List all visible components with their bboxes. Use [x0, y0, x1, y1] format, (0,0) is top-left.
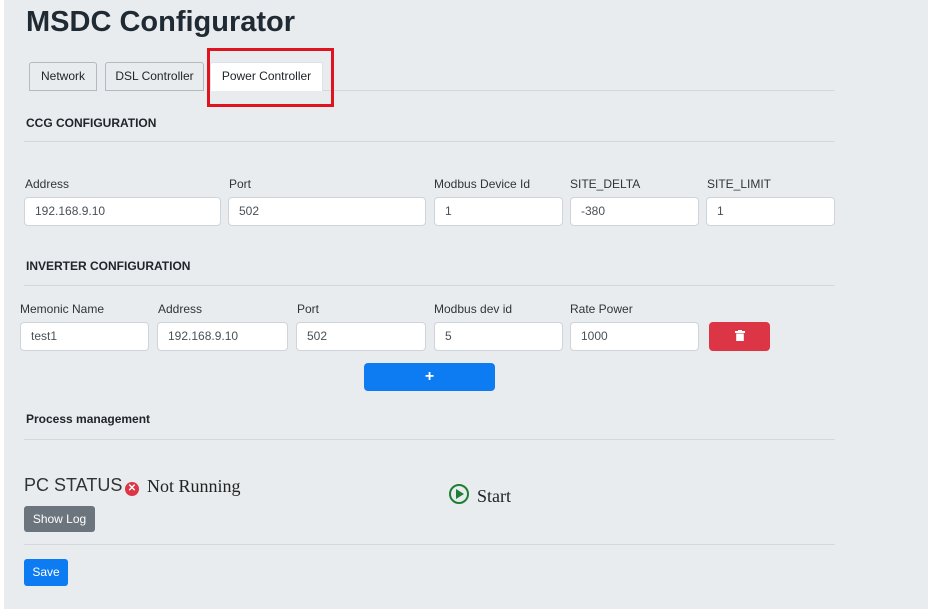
inverter-rate-power-label: Rate Power: [570, 302, 633, 316]
ccg-port-input[interactable]: 502: [228, 197, 426, 226]
inverter-port-label: Port: [297, 302, 320, 316]
ccg-site-limit-label: SITE_LIMIT: [707, 177, 772, 191]
status-indicator: ✕ Not Running: [125, 476, 241, 497]
save-button[interactable]: Save: [24, 559, 68, 586]
play-circle-icon: [449, 484, 469, 504]
ccg-port-label: Port: [229, 177, 252, 191]
inverter-address-input[interactable]: 192.168.9.10: [157, 322, 288, 351]
inverter-modbus-dev-id-input[interactable]: 5: [434, 322, 563, 351]
pc-status-label: PC STATUS: [24, 475, 123, 495]
tab-divider: [322, 90, 835, 91]
start-label: Start: [477, 486, 511, 506]
divider: [24, 439, 835, 440]
trash-icon: [734, 330, 745, 341]
show-log-button[interactable]: Show Log: [24, 506, 95, 532]
page-title: MSDC Configurator: [26, 6, 296, 38]
inverter-name-input[interactable]: test1: [20, 322, 149, 351]
inverter-rate-power-input[interactable]: 1000: [570, 322, 699, 351]
ccg-address-label: Address: [25, 177, 70, 191]
tab-dsl-controller[interactable]: DSL Controller: [105, 62, 204, 91]
add-inverter-button[interactable]: +: [364, 363, 495, 391]
highlight-box: [207, 48, 334, 107]
inverter-port-input[interactable]: 502: [296, 322, 426, 351]
divider: [24, 544, 835, 545]
status-text: Not Running: [147, 476, 241, 496]
ccg-site-delta-input[interactable]: -380: [570, 197, 699, 226]
ccg-address-input[interactable]: 192.168.9.10: [24, 197, 221, 226]
delete-inverter-button[interactable]: [709, 322, 770, 351]
inverter-address-label: Address: [158, 302, 203, 316]
divider: [24, 285, 835, 286]
ccg-section-title: CCG CONFIGURATION: [26, 116, 157, 130]
start-button[interactable]: Start: [449, 484, 511, 507]
error-circle-icon: ✕: [125, 482, 139, 496]
inverter-name-label: Memonic Name: [20, 302, 105, 316]
ccg-site-delta-label: SITE_DELTA: [570, 177, 641, 191]
process-section-title: Process management: [26, 412, 151, 426]
tab-network[interactable]: Network: [29, 62, 97, 91]
ccg-modbus-device-id-label: Modbus Device Id: [434, 177, 531, 191]
ccg-site-limit-input[interactable]: 1: [706, 197, 835, 226]
inverter-modbus-dev-id-label: Modbus dev id: [434, 302, 513, 316]
inverter-section-title: INVERTER CONFIGURATION: [26, 259, 191, 273]
ccg-modbus-device-id-input[interactable]: 1: [434, 197, 563, 226]
divider: [24, 141, 835, 142]
